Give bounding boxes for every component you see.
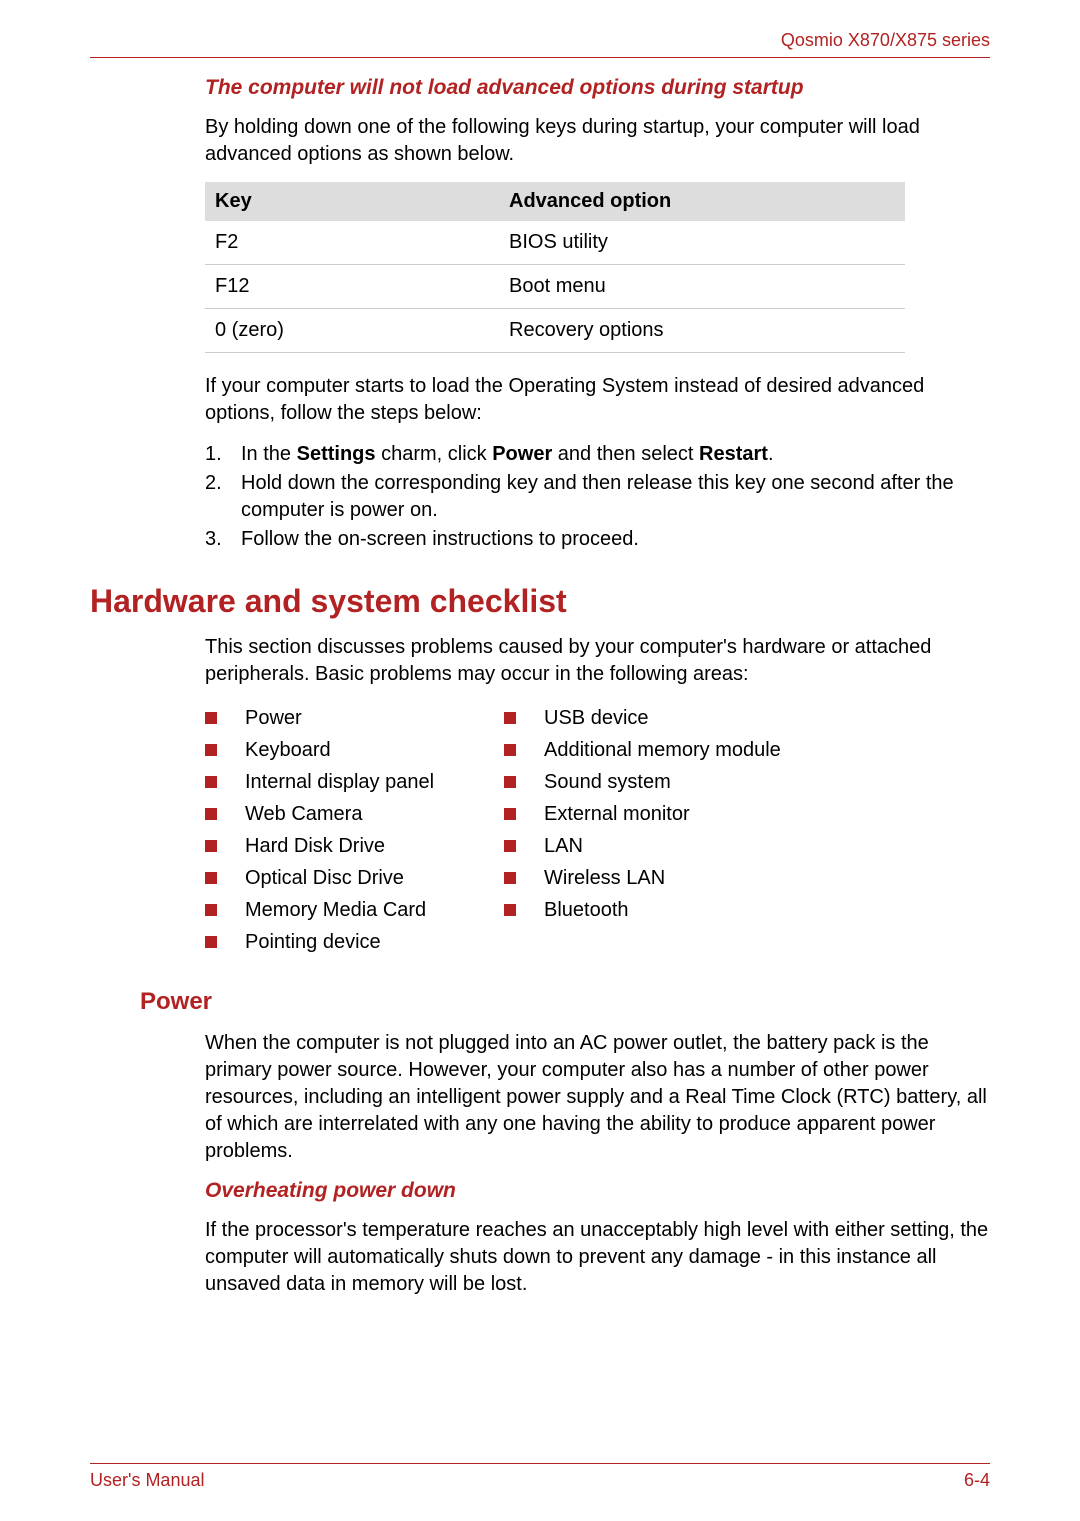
heading-hardware-checklist: Hardware and system checklist (90, 583, 990, 620)
checklist-col1: Power Keyboard Internal display panel We… (205, 702, 434, 958)
square-bullet-icon (504, 776, 516, 788)
step-text: Follow the on-screen instructions to pro… (241, 526, 990, 553)
steps-list: 1. In the Settings charm, click Power an… (205, 441, 990, 553)
table-header-key: Key (205, 182, 499, 221)
step-2: 2. Hold down the corresponding key and t… (205, 470, 990, 524)
square-bullet-icon (205, 840, 217, 852)
table-row: F12 Boot menu (205, 265, 905, 309)
list-item: Keyboard (205, 734, 434, 766)
step-text: In the Settings charm, click Power and t… (241, 441, 990, 468)
cell-option: Recovery options (499, 309, 905, 353)
list-item: Wireless LAN (504, 862, 781, 894)
list-item: Power (205, 702, 434, 734)
step-1: 1. In the Settings charm, click Power an… (205, 441, 990, 468)
list-item: Additional memory module (504, 734, 781, 766)
document-page: Qosmio X870/X875 series The computer wil… (0, 0, 1080, 1342)
cell-option: Boot menu (499, 265, 905, 309)
list-item: Web Camera (205, 798, 434, 830)
square-bullet-icon (504, 712, 516, 724)
square-bullet-icon (205, 936, 217, 948)
list-item: Internal display panel (205, 766, 434, 798)
square-bullet-icon (504, 904, 516, 916)
list-item: Sound system (504, 766, 781, 798)
square-bullet-icon (504, 872, 516, 884)
list-item: USB device (504, 702, 781, 734)
power-body: When the computer is not plugged into an… (205, 1030, 990, 1165)
square-bullet-icon (504, 744, 516, 756)
list-item: LAN (504, 830, 781, 862)
overheating-body: If the processor's temperature reaches a… (205, 1217, 990, 1298)
header-divider (90, 57, 990, 58)
hw-intro: This section discusses problems caused b… (205, 634, 990, 688)
list-item: External monitor (504, 798, 781, 830)
square-bullet-icon (504, 840, 516, 852)
header-series: Qosmio X870/X875 series (90, 30, 990, 51)
square-bullet-icon (205, 712, 217, 724)
footer-manual: User's Manual (90, 1470, 204, 1491)
section-intro: By holding down one of the following key… (205, 114, 990, 168)
cell-key: F2 (205, 221, 499, 265)
cell-option: BIOS utility (499, 221, 905, 265)
square-bullet-icon (205, 904, 217, 916)
table-row: F2 BIOS utility (205, 221, 905, 265)
list-item: Memory Media Card (205, 894, 434, 926)
table-header-option: Advanced option (499, 182, 905, 221)
table-row: 0 (zero) Recovery options (205, 309, 905, 353)
square-bullet-icon (504, 808, 516, 820)
list-item: Optical Disc Drive (205, 862, 434, 894)
square-bullet-icon (205, 808, 217, 820)
after-table-text: If your computer starts to load the Oper… (205, 373, 990, 427)
checklist-col2: USB device Additional memory module Soun… (504, 702, 781, 958)
step-text: Hold down the corresponding key and then… (241, 470, 990, 524)
section-heading-startup: The computer will not load advanced opti… (205, 76, 990, 100)
step-num: 3. (205, 526, 241, 553)
list-item: Pointing device (205, 926, 434, 958)
cell-key: 0 (zero) (205, 309, 499, 353)
list-item: Bluetooth (504, 894, 781, 926)
heading-overheating: Overheating power down (205, 1179, 990, 1203)
key-option-table: Key Advanced option F2 BIOS utility F12 … (205, 182, 905, 353)
step-num: 1. (205, 441, 241, 468)
checklist-columns: Power Keyboard Internal display panel We… (205, 702, 990, 958)
heading-power: Power (140, 988, 990, 1016)
footer-divider (90, 1463, 990, 1464)
footer-page-number: 6-4 (964, 1470, 990, 1491)
page-footer: User's Manual 6-4 (90, 1463, 990, 1491)
list-item: Hard Disk Drive (205, 830, 434, 862)
square-bullet-icon (205, 872, 217, 884)
square-bullet-icon (205, 744, 217, 756)
cell-key: F12 (205, 265, 499, 309)
step-num: 2. (205, 470, 241, 497)
step-3: 3. Follow the on-screen instructions to … (205, 526, 990, 553)
square-bullet-icon (205, 776, 217, 788)
